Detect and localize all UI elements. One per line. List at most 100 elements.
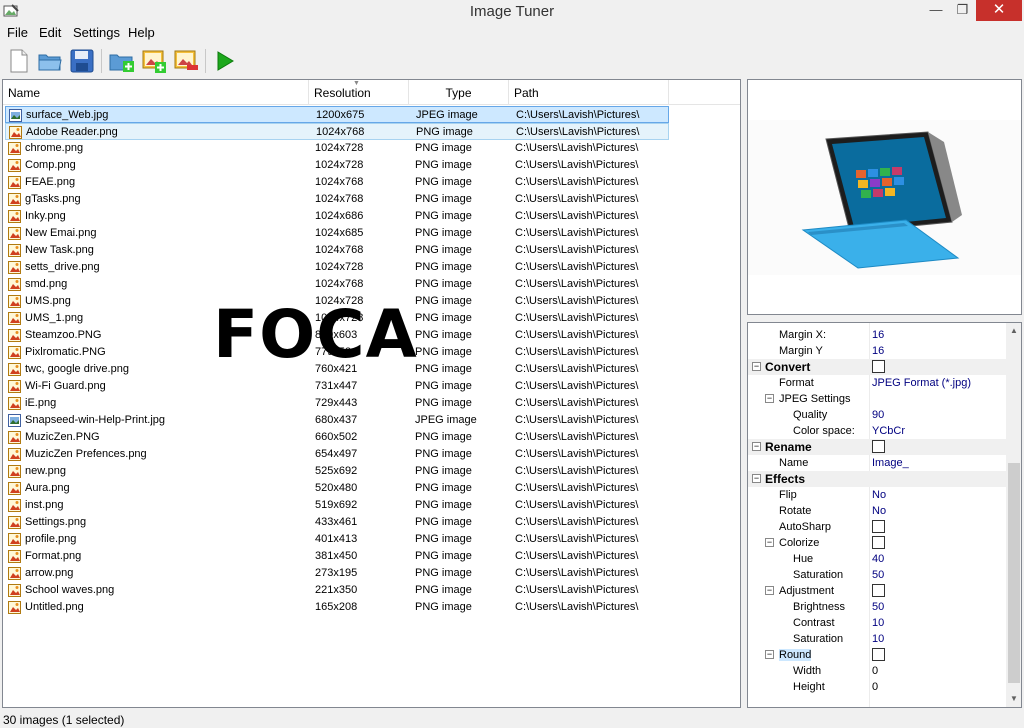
file-row[interactable]: smd.png 1024x768 PNG image C:\Users\Lavish\… bbox=[5, 276, 669, 293]
property-value[interactable]: YCbCr bbox=[872, 425, 905, 437]
property-value[interactable]: 0 bbox=[872, 665, 878, 677]
property-value[interactable]: No bbox=[872, 505, 886, 517]
property-checkbox[interactable] bbox=[872, 360, 885, 373]
file-row[interactable]: FEAE.png 1024x768 PNG image C:\Users\Lavish… bbox=[5, 174, 669, 191]
property-value[interactable]: 50 bbox=[872, 569, 884, 581]
property-margin-x[interactable]: Margin X: 16 bbox=[748, 327, 1006, 343]
add-image-icon[interactable] bbox=[140, 47, 168, 75]
property-format[interactable]: Format JPEG Format (*.jpg) bbox=[748, 375, 1006, 391]
property-adjustment[interactable]: − Adjustment bbox=[748, 583, 1006, 599]
property-brightness[interactable]: Brightness 50 bbox=[748, 599, 1006, 615]
file-row[interactable]: MuzicZen.PNG 660x502 PNG image C:\Users\Lav… bbox=[5, 429, 669, 446]
column-header-type[interactable]: Type bbox=[409, 80, 509, 104]
collapse-icon[interactable]: − bbox=[765, 650, 774, 659]
add-folder-icon[interactable] bbox=[108, 47, 136, 75]
file-row[interactable]: gTasks.png 1024x768 PNG image C:\Users\Lavi… bbox=[5, 191, 669, 208]
file-row[interactable]: setts_drive.png 1024x728 PNG image C:\Users… bbox=[5, 259, 669, 276]
file-row[interactable]: arrow.png 273x195 PNG image C:\Users\Lavish… bbox=[5, 565, 669, 582]
file-row[interactable]: inst.png 519x692 PNG image C:\Users\Lavish\… bbox=[5, 497, 669, 514]
file-row[interactable]: new.png 525x692 PNG image C:\Users\Lavish\P… bbox=[5, 463, 669, 480]
category-effects[interactable]: − Effects bbox=[748, 471, 1006, 487]
file-row[interactable]: Aura.png 520x480 PNG image C:\Users\Lavish\… bbox=[5, 480, 669, 497]
property-color-space[interactable]: Color space: YCbCr bbox=[748, 423, 1006, 439]
file-row[interactable]: Snapseed-win-Help-Print.jpg 680x437 JPEG i… bbox=[5, 412, 669, 429]
property-width[interactable]: Width 0 bbox=[748, 663, 1006, 679]
column-header-path[interactable]: Path bbox=[509, 80, 669, 104]
close-button[interactable]: ✕ bbox=[976, 0, 1022, 21]
menu-file[interactable]: File bbox=[7, 25, 28, 40]
property-jpeg-settings[interactable]: − JPEG Settings bbox=[748, 391, 1006, 407]
property-margin-y[interactable]: Margin Y 16 bbox=[748, 343, 1006, 359]
property-value[interactable]: Image_ bbox=[872, 457, 909, 469]
property-height[interactable]: Height 0 bbox=[748, 679, 1006, 695]
collapse-icon[interactable]: − bbox=[752, 474, 761, 483]
file-row[interactable]: Comp.png 1024x728 PNG image C:\Users\Lavish… bbox=[5, 157, 669, 174]
property-saturation[interactable]: Saturation 10 bbox=[748, 631, 1006, 647]
property-checkbox[interactable] bbox=[872, 584, 885, 597]
property-value[interactable]: 90 bbox=[872, 409, 884, 421]
file-row[interactable]: Adobe Reader.png 1024x768 PNG image C:\User… bbox=[5, 123, 669, 140]
property-flip[interactable]: Flip No bbox=[748, 487, 1006, 503]
collapse-icon[interactable]: − bbox=[765, 586, 774, 595]
scroll-down-icon[interactable]: ▼ bbox=[1006, 691, 1021, 707]
property-round[interactable]: − Round bbox=[748, 647, 1006, 663]
property-value[interactable]: No bbox=[872, 489, 886, 501]
collapse-icon[interactable]: − bbox=[752, 362, 761, 371]
collapse-icon[interactable]: − bbox=[752, 442, 761, 451]
property-autosharp[interactable]: AutoSharp bbox=[748, 519, 1006, 535]
file-list[interactable]: Name Resolution ▼ Type Path surface_Web.… bbox=[2, 79, 741, 708]
file-row[interactable]: School waves.png 221x350 PNG image C:\Users… bbox=[5, 582, 669, 599]
property-value[interactable]: JPEG Format (*.jpg) bbox=[872, 377, 971, 389]
minimize-button[interactable]: — bbox=[921, 0, 951, 21]
property-value[interactable]: 16 bbox=[872, 345, 884, 357]
property-colorize[interactable]: − Colorize bbox=[748, 535, 1006, 551]
menu-help[interactable]: Help bbox=[128, 25, 155, 40]
property-value[interactable]: 50 bbox=[872, 601, 884, 613]
file-row[interactable]: New Task.png 1024x768 PNG image C:\Users\La… bbox=[5, 242, 669, 259]
file-row[interactable]: Untitled.png 165x208 PNG image C:\Users\Lav… bbox=[5, 599, 669, 616]
remove-image-icon[interactable] bbox=[172, 47, 200, 75]
property-contrast[interactable]: Contrast 10 bbox=[748, 615, 1006, 631]
category-convert[interactable]: − Convert bbox=[748, 359, 1006, 375]
file-row[interactable]: Wi-Fi Guard.png 731x447 PNG image C:\Users\… bbox=[5, 378, 669, 395]
file-row[interactable]: Inky.png 1024x686 PNG image C:\Users\Lavish… bbox=[5, 208, 669, 225]
collapse-icon[interactable]: − bbox=[765, 394, 774, 403]
property-grid[interactable]: Margin X: 16 Margin Y 16− Convert Format JPEG … bbox=[747, 322, 1022, 708]
file-type: PNG image bbox=[415, 550, 472, 562]
file-row[interactable]: chrome.png 1024x728 PNG image C:\Users\Lavi… bbox=[5, 140, 669, 157]
property-saturation[interactable]: Saturation 50 bbox=[748, 567, 1006, 583]
property-checkbox[interactable] bbox=[872, 440, 885, 453]
property-checkbox[interactable] bbox=[872, 520, 885, 533]
file-row[interactable]: MuzicZen Prefences.png 654x497 PNG image C:… bbox=[5, 446, 669, 463]
menu-edit[interactable]: Edit bbox=[39, 25, 61, 40]
property-rotate[interactable]: Rotate No bbox=[748, 503, 1006, 519]
save-icon[interactable] bbox=[68, 47, 96, 75]
property-value[interactable]: 10 bbox=[872, 617, 884, 629]
property-hue[interactable]: Hue 40 bbox=[748, 551, 1006, 567]
property-value[interactable]: 10 bbox=[872, 633, 884, 645]
menu-settings[interactable]: Settings bbox=[73, 25, 120, 40]
property-name[interactable]: Name Image_ bbox=[748, 455, 1006, 471]
property-value[interactable]: 40 bbox=[872, 553, 884, 565]
file-row[interactable]: New Emai.png 1024x685 PNG image C:\Users\La… bbox=[5, 225, 669, 242]
column-header-name[interactable]: Name bbox=[3, 80, 309, 104]
new-icon[interactable] bbox=[4, 47, 32, 75]
category-rename[interactable]: − Rename bbox=[748, 439, 1006, 455]
file-row[interactable]: Settings.png 433x461 PNG image C:\Users\Lav… bbox=[5, 514, 669, 531]
file-row[interactable]: surface_Web.jpg 1200x675 JPEG image C:\User… bbox=[5, 106, 669, 123]
file-row[interactable]: Format.png 381x450 PNG image C:\Users\Lavis… bbox=[5, 548, 669, 565]
restore-button[interactable]: ❐ bbox=[949, 0, 976, 21]
property-value[interactable]: 0 bbox=[872, 681, 878, 693]
property-checkbox[interactable] bbox=[872, 648, 885, 661]
scroll-up-icon[interactable]: ▲ bbox=[1006, 323, 1021, 339]
property-value[interactable]: 16 bbox=[872, 329, 884, 341]
scroll-thumb[interactable] bbox=[1008, 463, 1020, 683]
file-row[interactable]: profile.png 401x413 PNG image C:\Users\Lavi… bbox=[5, 531, 669, 548]
property-checkbox[interactable] bbox=[872, 536, 885, 549]
property-quality[interactable]: Quality 90 bbox=[748, 407, 1006, 423]
property-scrollbar[interactable]: ▲ ▼ bbox=[1006, 323, 1021, 707]
file-row[interactable]: iE.png 729x443 PNG image C:\Users\Lavish\Pi… bbox=[5, 395, 669, 412]
collapse-icon[interactable]: − bbox=[765, 538, 774, 547]
run-icon[interactable] bbox=[211, 47, 239, 75]
open-folder-icon[interactable] bbox=[36, 47, 64, 75]
